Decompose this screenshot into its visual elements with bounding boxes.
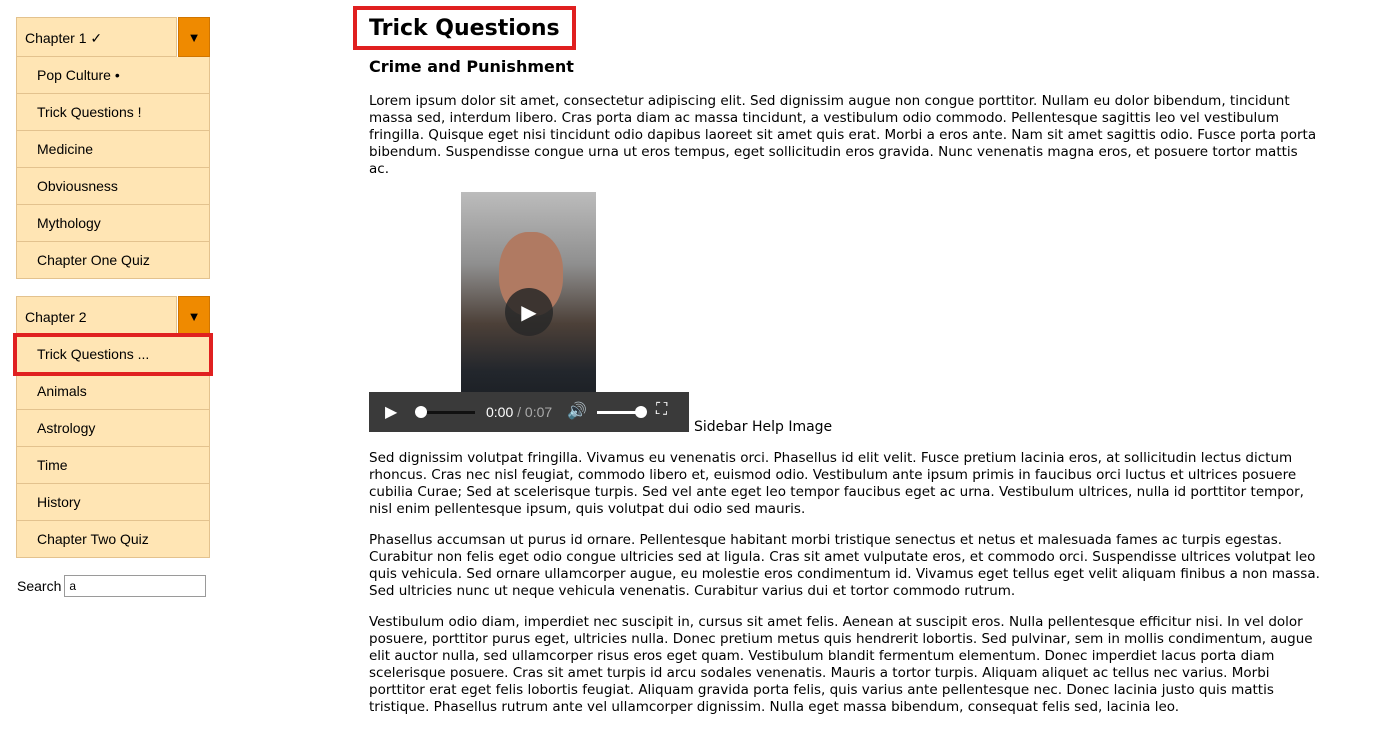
- sidebar-item-obviousness[interactable]: Obviousness: [16, 168, 210, 205]
- page-title: Trick Questions: [353, 6, 576, 50]
- fullscreen-icon[interactable]: ⛶: [656, 401, 667, 419]
- section-subtitle: Crime and Punishment: [369, 57, 574, 76]
- search-input[interactable]: [64, 575, 207, 597]
- video-controls: ▶ 0:00 / 0:07 🔊 ⛶: [369, 392, 689, 432]
- chapter-1-title[interactable]: Chapter 1 ✓: [16, 17, 177, 57]
- sidebar-item-history[interactable]: History: [16, 484, 210, 521]
- sidebar-help-image-alt: Sidebar Help Image: [694, 419, 833, 435]
- search-row: Search: [16, 575, 210, 597]
- chapter-1-toggle-icon[interactable]: ▼: [178, 17, 210, 57]
- sidebar-item-time[interactable]: Time: [16, 447, 210, 484]
- duration: / 0:07: [517, 404, 553, 420]
- current-time: 0:00: [486, 404, 514, 420]
- progress-knob[interactable]: [415, 406, 427, 418]
- chapter-2-toggle-icon[interactable]: ▼: [178, 296, 210, 336]
- search-label: Search: [17, 578, 62, 594]
- sidebar-item-pop-culture[interactable]: Pop Culture •: [16, 57, 210, 94]
- volume-slider[interactable]: [597, 406, 647, 418]
- sidebar-item-chapter-one-quiz[interactable]: Chapter One Quiz: [16, 242, 210, 279]
- play-overlay-icon[interactable]: ▶: [505, 288, 553, 336]
- sidebar-item-chapter-two-quiz[interactable]: Chapter Two Quiz: [16, 521, 210, 558]
- volume-knob[interactable]: [635, 406, 647, 418]
- chapter-1-header: Chapter 1 ✓ ▼: [16, 17, 210, 57]
- sidebar: Chapter 1 ✓ ▼ Pop Culture • Trick Questi…: [13, 17, 213, 597]
- chapter-1-menu: Chapter 1 ✓ ▼ Pop Culture • Trick Questi…: [16, 17, 210, 279]
- chapter-2-menu: Chapter 2 ▼ Trick Questions ... Animals …: [13, 296, 213, 558]
- paragraph-3: Phasellus accumsan ut purus id ornare. P…: [369, 532, 1320, 599]
- time-display: 0:00 / 0:07: [486, 404, 552, 420]
- sidebar-item-astrology[interactable]: Astrology: [16, 410, 210, 447]
- chapter-2-header: Chapter 2 ▼: [16, 296, 210, 336]
- play-button-icon[interactable]: ▶: [385, 402, 397, 422]
- paragraph-4: Vestibulum odio diam, imperdiet nec susc…: [369, 614, 1313, 715]
- sidebar-item-animals[interactable]: Animals: [16, 373, 210, 410]
- paragraph-1: Lorem ipsum dolor sit amet, consectetur …: [369, 93, 1317, 177]
- chapter-2-title[interactable]: Chapter 2: [16, 296, 177, 336]
- progress-slider[interactable]: [415, 406, 475, 418]
- sidebar-item-trick-questions-current[interactable]: Trick Questions ...: [13, 333, 213, 376]
- sidebar-item-mythology[interactable]: Mythology: [16, 205, 210, 242]
- volume-icon[interactable]: 🔊: [567, 401, 587, 421]
- sidebar-item-medicine[interactable]: Medicine: [16, 131, 210, 168]
- paragraph-2: Sed dignissim volutpat fringilla. Vivamu…: [369, 450, 1304, 517]
- sidebar-item-trick-questions[interactable]: Trick Questions !: [16, 94, 210, 131]
- media-block: ▶ ▶ 0:00 / 0:07 🔊 ⛶ Sidebar Help Image: [369, 192, 839, 435]
